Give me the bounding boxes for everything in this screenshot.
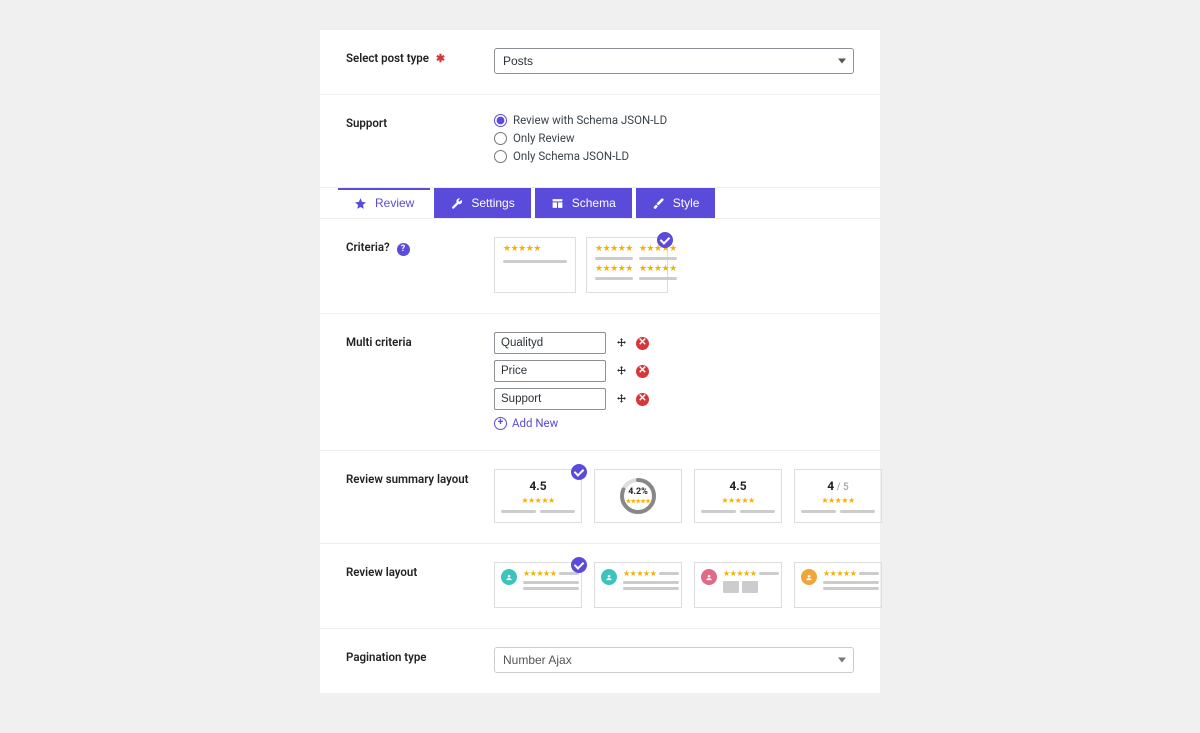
review-layout-option-1[interactable]: ★★★★★	[494, 562, 582, 608]
check-badge-icon	[571, 557, 587, 573]
wrench-icon	[450, 197, 463, 210]
multi-criteria-input-2[interactable]	[494, 388, 606, 410]
stars-icon: ★★★★★	[639, 264, 677, 274]
pagination-select[interactable]: Number Ajax	[494, 647, 854, 673]
stars-icon: ★★★★★	[723, 569, 756, 578]
support-radio-only-schema[interactable]: Only Schema JSON-LD	[494, 149, 854, 163]
plus-icon: +	[494, 417, 507, 430]
support-option-2-text: Only Schema JSON-LD	[513, 149, 629, 163]
summary-score-2: 4.5	[729, 479, 746, 493]
stars-icon: ★★★★★	[639, 244, 677, 254]
post-type-label-text: Select post type	[346, 51, 429, 65]
tab-schema[interactable]: Schema	[535, 188, 632, 218]
review-layout-option-4[interactable]: ★★★★★	[794, 562, 882, 608]
delete-icon[interactable]: ✕	[636, 365, 649, 378]
move-icon[interactable]	[614, 336, 628, 350]
summary-score-0: 4.5	[529, 479, 546, 493]
brush-icon	[652, 197, 665, 210]
review-layout-option-2[interactable]: ★★★★★	[594, 562, 682, 608]
delete-icon[interactable]: ✕	[636, 393, 649, 406]
check-badge-icon	[657, 232, 673, 248]
stars-icon: ★★★★★	[521, 496, 554, 505]
summary-layout-option-1[interactable]: 4.5 ★★★★★	[494, 469, 582, 523]
criteria-option-single[interactable]: ★★★★★	[494, 237, 576, 293]
support-radio-0[interactable]	[494, 114, 507, 127]
move-icon[interactable]	[614, 392, 628, 406]
support-option-0-text: Review with Schema JSON-LD	[513, 113, 667, 127]
check-badge-icon	[571, 464, 587, 480]
criteria-label: Criteria? ?	[346, 237, 494, 256]
help-icon[interactable]: ?	[397, 243, 410, 256]
stars-icon: ★★★★★	[595, 244, 633, 254]
stars-icon: ★★★★★	[823, 569, 856, 578]
review-layout-option-3[interactable]: ★★★★★	[694, 562, 782, 608]
support-radio-2[interactable]	[494, 150, 507, 163]
tab-settings-label: Settings	[471, 196, 514, 210]
tab-review-label: Review	[375, 196, 414, 210]
summary-layout-label: Review summary layout	[346, 469, 494, 486]
multi-criteria-input-1[interactable]	[494, 360, 606, 382]
stars-icon: ★★★★★	[523, 569, 556, 578]
tab-settings[interactable]: Settings	[434, 188, 530, 218]
avatar-icon	[801, 569, 817, 585]
support-label: Support	[346, 113, 494, 130]
avatar-icon	[501, 569, 517, 585]
criteria-label-text: Criteria?	[346, 240, 390, 254]
multi-criteria-input-0[interactable]	[494, 332, 606, 354]
support-option-1-text: Only Review	[513, 131, 575, 145]
summary-score-1: 4.2%	[628, 487, 648, 497]
star-icon	[354, 197, 367, 210]
post-type-select[interactable]: Posts	[494, 48, 854, 74]
support-radio-1[interactable]	[494, 132, 507, 145]
stars-icon: ★★★★★	[721, 496, 754, 505]
stars-icon: ★★★★★	[503, 244, 567, 254]
tab-schema-label: Schema	[572, 196, 616, 210]
stars-icon: ★★★★★	[626, 498, 650, 505]
required-star-icon: ✱	[436, 52, 445, 65]
tab-review[interactable]: Review	[338, 188, 430, 218]
summary-layout-option-2[interactable]: 4.2% ★★★★★	[594, 469, 682, 523]
tab-style-label: Style	[673, 196, 700, 210]
stars-icon: ★★★★★	[595, 264, 633, 274]
multi-criteria-label: Multi criteria	[346, 332, 494, 349]
summary-layout-option-3[interactable]: 4.5 ★★★★★	[694, 469, 782, 523]
avatar-icon	[601, 569, 617, 585]
avatar-icon	[701, 569, 717, 585]
summary-score-3: 4 / 5	[827, 479, 848, 493]
support-radio-review-schema[interactable]: Review with Schema JSON-LD	[494, 113, 854, 127]
tab-style[interactable]: Style	[636, 188, 716, 218]
add-new-criteria[interactable]: + Add New	[494, 416, 854, 430]
stars-icon: ★★★★★	[623, 569, 656, 578]
table-icon	[551, 197, 564, 210]
summary-layout-option-4[interactable]: 4 / 5 ★★★★★	[794, 469, 882, 523]
review-layout-label: Review layout	[346, 562, 494, 579]
move-icon[interactable]	[614, 364, 628, 378]
post-type-label: Select post type ✱	[346, 48, 494, 65]
pagination-label: Pagination type	[346, 647, 494, 664]
add-new-label: Add New	[512, 416, 558, 430]
criteria-option-multi[interactable]: ★★★★★ ★★★★★ ★★★★★ ★★★★★	[586, 237, 668, 293]
delete-icon[interactable]: ✕	[636, 337, 649, 350]
stars-icon: ★★★★★	[821, 496, 854, 505]
support-radio-only-review[interactable]: Only Review	[494, 131, 854, 145]
